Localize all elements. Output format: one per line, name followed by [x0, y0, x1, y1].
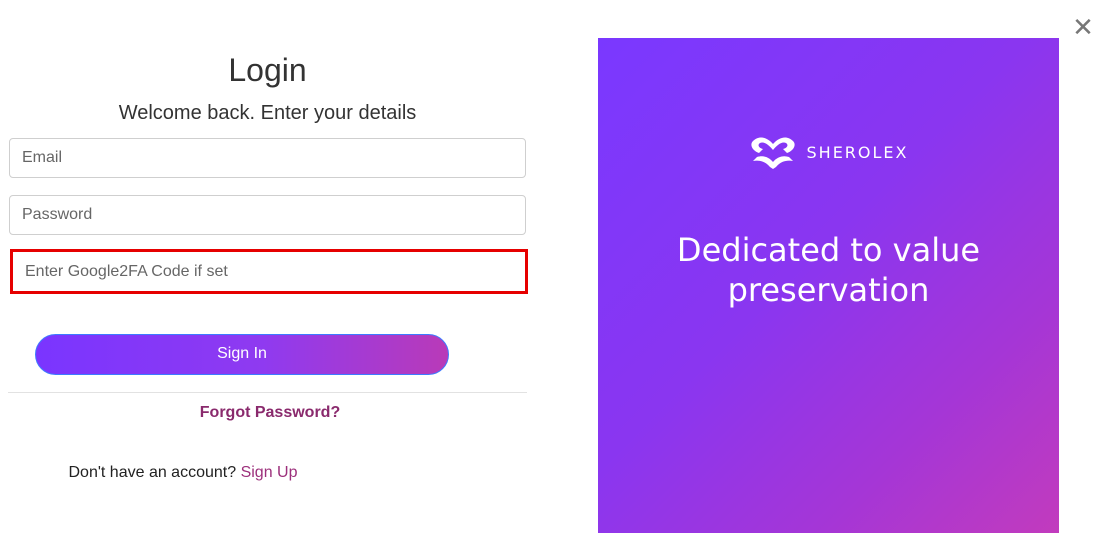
signup-prompt: Don't have an account? Sign Up [0, 464, 366, 482]
sign-up-link[interactable]: Sign Up [241, 464, 298, 481]
login-modal: ✕ Login Welcome back. Enter your details… [0, 0, 1096, 533]
close-icon[interactable]: ✕ [1072, 14, 1094, 40]
tagline-line-1: Dedicated to value [676, 231, 981, 269]
email-field[interactable] [9, 138, 526, 178]
login-panel: Login Welcome back. Enter your details S… [0, 0, 540, 533]
promo-panel: SHEROLEX Dedicated to value preservation [598, 38, 1059, 533]
password-field[interactable] [9, 195, 526, 235]
forgot-password-link[interactable]: Forgot Password? [0, 404, 540, 422]
brand-name: SHEROLEX [806, 142, 909, 162]
sign-in-button[interactable]: Sign In [35, 334, 449, 375]
signup-prompt-text: Don't have an account? [68, 464, 241, 481]
brand: SHEROLEX [598, 135, 1059, 169]
sherolex-logo-icon [750, 137, 795, 169]
promo-tagline: Dedicated to value preservation [598, 230, 1059, 310]
page-title: Login [228, 52, 307, 88]
divider [8, 392, 527, 393]
page-subtitle: Welcome back. Enter your details [118, 102, 417, 124]
google2fa-code-field[interactable] [10, 249, 528, 294]
tagline-line-2: preservation [727, 271, 930, 309]
